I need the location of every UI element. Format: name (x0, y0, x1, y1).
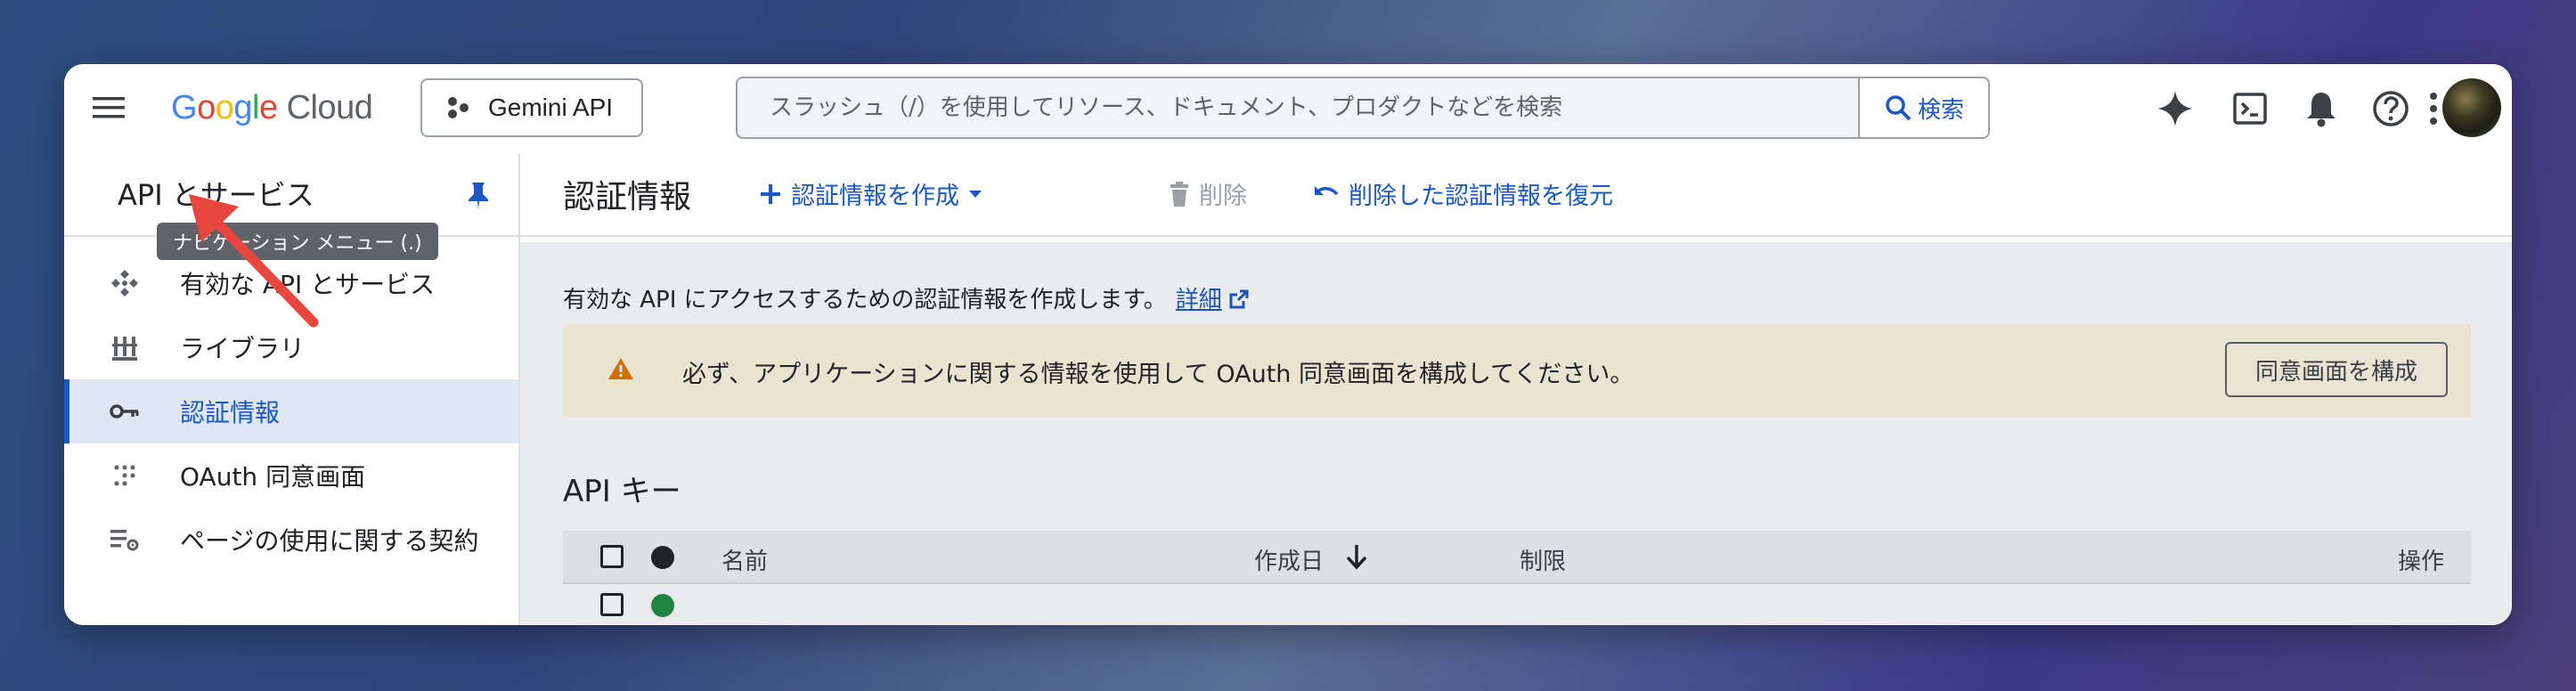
main-content: 認証情報 認証情報を作成 削除 削除した認証情報を復元 有効な API にアクセ… (520, 153, 2512, 625)
search-bar: 検索 (736, 77, 1990, 139)
project-name: Gemini API (488, 93, 614, 121)
project-picker-button[interactable]: Gemini API (420, 78, 643, 137)
restore-deleted-credentials-button[interactable]: 削除した認証情報を復元 (1313, 176, 1613, 211)
notifications-bell-icon[interactable] (2302, 89, 2341, 128)
library-icon (100, 329, 150, 365)
logo-letter: g (233, 88, 252, 126)
navigation-menu-button[interactable] (64, 64, 153, 151)
create-credentials-button[interactable]: 認証情報を作成 (759, 176, 982, 211)
configure-consent-screen-button[interactable]: 同意画面を構成 (2225, 342, 2448, 397)
description: 有効な API にアクセスするための認証情報を作成します。 詳細 (563, 281, 1249, 314)
status-ok-icon (651, 594, 674, 617)
sidebar-item-label: ページの使用に関する契約 (180, 526, 479, 556)
sidebar-item-label: OAuth 同意画面 (180, 462, 366, 492)
help-icon[interactable] (2371, 89, 2410, 128)
api-keys-title: API キー (563, 474, 681, 509)
delete-label: 削除 (1199, 183, 1247, 210)
sidebar-item-label: 認証情報 (180, 398, 281, 427)
banner-message: 必ず、アプリケーションに関する情報を使用して OAuth 同意画面を構成してくだ… (682, 361, 1634, 388)
logo-letter: e (258, 88, 278, 126)
column-actions: 操作 (2398, 549, 2445, 575)
warning-icon (608, 358, 633, 379)
browser-window: Google Cloud Gemini API 検索 (64, 64, 2512, 625)
undo-icon (1315, 185, 1339, 195)
search-icon (1886, 95, 1912, 121)
sidebar-item-oauth-consent[interactable]: OAuth 同意画面 (64, 443, 518, 508)
top-bar: Google Cloud Gemini API 検索 (64, 64, 2512, 155)
logo-letter: o (215, 88, 234, 126)
external-link-icon[interactable] (1229, 289, 1249, 309)
plus-icon (761, 183, 780, 204)
cloud-shell-icon[interactable] (2230, 89, 2270, 128)
google-cloud-logo[interactable]: Google Cloud (171, 87, 373, 128)
gemini-sparkle-icon[interactable] (2156, 89, 2195, 128)
sort-down-arrow-icon[interactable] (1345, 543, 1368, 570)
avatar[interactable] (2442, 78, 2501, 137)
page-title: 認証情報 (563, 179, 692, 215)
trash-icon (1170, 181, 1188, 207)
table-header: 名前 作成日 制限 操作 (563, 531, 2471, 584)
column-restrictions[interactable]: 制限 (1520, 543, 1566, 576)
delete-button[interactable]: 削除 (1169, 176, 1247, 211)
search-button[interactable]: 検索 (1858, 78, 1988, 137)
logo-letter: G (171, 88, 198, 126)
oauth-warning-banner: 必ず、アプリケーションに関する情報を使用して OAuth 同意画面を構成してくだ… (563, 324, 2471, 417)
column-created[interactable]: 作成日 (1254, 543, 1324, 576)
logo-letter: o (197, 88, 216, 126)
pin-icon[interactable] (465, 180, 492, 212)
details-link[interactable]: 詳細 (1176, 287, 1222, 313)
status-dot-icon (651, 546, 674, 569)
row-checkbox[interactable] (600, 593, 624, 616)
sidebar-item-page-usage-agreements[interactable]: ページの使用に関する契約 (64, 508, 518, 572)
logo-cloud-text: Cloud (286, 88, 373, 126)
page-header: 認証情報 認証情報を作成 削除 削除した認証情報を復元 (520, 153, 2512, 237)
annotation-arrow-icon (189, 194, 319, 328)
dropdown-arrow-icon (969, 190, 982, 198)
project-nodes-icon (448, 97, 469, 118)
key-icon (100, 394, 150, 429)
more-vert-icon[interactable] (2425, 89, 2442, 128)
description-text: 有効な API にアクセスするための認証情報を作成します。 (563, 287, 1167, 313)
restore-label: 削除した認証情報を復元 (1349, 183, 1613, 210)
select-all-checkbox[interactable] (600, 545, 624, 568)
column-name[interactable]: 名前 (721, 543, 768, 576)
oauth-dots-icon (100, 458, 150, 493)
search-input[interactable] (738, 78, 1860, 137)
search-button-label: 検索 (1917, 96, 1964, 124)
table-row[interactable] (563, 584, 2471, 625)
settings-list-icon (100, 522, 150, 557)
logo-letter: l (251, 88, 259, 126)
hamburger-menu-icon (93, 97, 125, 118)
api-services-icon (100, 265, 150, 301)
sidebar-item-credentials[interactable]: 認証情報 (64, 379, 518, 443)
create-credentials-label: 認証情報を作成 (791, 183, 959, 210)
